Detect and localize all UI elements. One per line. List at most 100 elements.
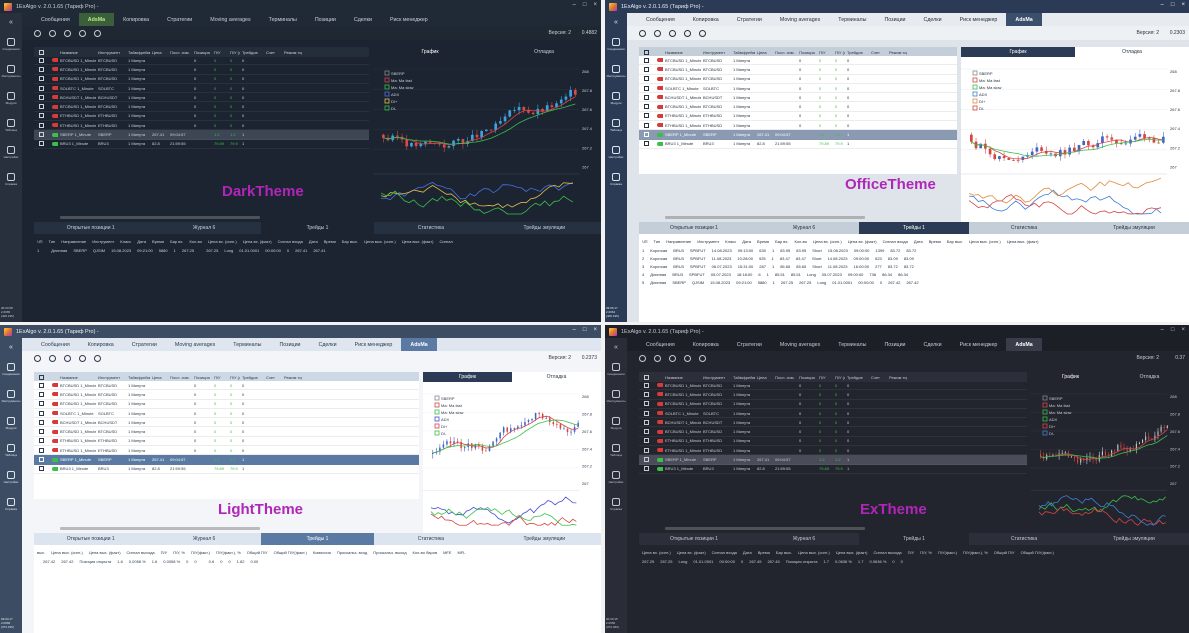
minimize-button[interactable]: – bbox=[1161, 327, 1164, 333]
toggle-cell[interactable] bbox=[44, 132, 58, 137]
toggle-cell[interactable] bbox=[44, 420, 58, 425]
menu-item-2[interactable]: Стратегии bbox=[123, 338, 166, 351]
row-checkbox-cell[interactable] bbox=[34, 401, 44, 407]
table-row[interactable]: BTCBUSD 1_Minute BTCBUSD 1 Минута 0 0 0 0 bbox=[639, 102, 957, 112]
bottom-tab-3[interactable]: Статистика bbox=[374, 533, 488, 545]
sidebar-item-0[interactable]: Соединения bbox=[0, 31, 22, 58]
bottom-tab-2[interactable]: Трейды 1 bbox=[859, 222, 969, 234]
table-row[interactable]: BTCBUSD 1_Minute BTCBUSD 1 Минута 0 0 0 0 bbox=[34, 56, 369, 66]
check-icon[interactable] bbox=[684, 354, 691, 362]
bottom-tab-1[interactable]: Журнал 6 bbox=[147, 222, 261, 234]
minimize-button[interactable]: – bbox=[1161, 2, 1164, 8]
toggle-cell[interactable] bbox=[44, 76, 58, 81]
table-row[interactable]: ETHBUSD 1_Minute ETHBUSD 1 Минута 0 0 0 0 bbox=[34, 121, 369, 131]
sidebar-item-2[interactable]: Модули bbox=[0, 85, 22, 112]
toggle-cell[interactable] bbox=[649, 86, 663, 91]
table-row[interactable]: BTCBUSD 1_Minute BTCBUSD 1 Минута 0 0 0 0 bbox=[34, 65, 369, 75]
menu-item-7[interactable]: Сделки bbox=[345, 13, 381, 26]
table-icon[interactable] bbox=[94, 354, 101, 362]
menu-item-5[interactable]: Позиции bbox=[875, 338, 914, 351]
row-checkbox-cell[interactable] bbox=[639, 429, 649, 435]
toggle-cell[interactable] bbox=[649, 448, 663, 453]
menu-item-1[interactable]: Копировка bbox=[79, 338, 123, 351]
table-row[interactable]: BTCBUSD 1_Minute BTCBUSD 1 Минута 0 0 0 0 bbox=[639, 75, 957, 84]
table-row[interactable]: BRU3 1_Minute BRU3 1 Минута 82.8 21:59:55 79.… bbox=[639, 465, 1027, 474]
table-row[interactable]: BCHUSDT 1_Minute BCHUSDT 1 Минута 0 0 0 0 bbox=[34, 418, 419, 428]
table-row[interactable]: BTCBUSD 1_Minute BTCBUSD 1 Минута 0 0 0 0 bbox=[34, 381, 419, 391]
remove-icon[interactable] bbox=[49, 29, 56, 37]
menu-item-5[interactable]: Позиции bbox=[875, 13, 914, 26]
row-checkbox-cell[interactable] bbox=[34, 57, 44, 63]
remove-icon[interactable] bbox=[654, 354, 661, 362]
save-icon[interactable] bbox=[64, 354, 71, 362]
row-checkbox-cell[interactable] bbox=[639, 76, 649, 82]
table-row[interactable]: BRU3 1_Minute BRU3 1 Минута 82.8 21:59:55 79.… bbox=[34, 140, 369, 149]
table-row[interactable]: SBERP 1_Minute SBERP 1 Минута 267.41 09:04:5… bbox=[34, 455, 419, 465]
toggle-cell[interactable] bbox=[649, 141, 663, 146]
row-checkbox-cell[interactable] bbox=[639, 94, 649, 100]
close-button[interactable]: × bbox=[593, 2, 597, 8]
row-checkbox-cell[interactable] bbox=[34, 447, 44, 453]
sidebar-item-1[interactable]: Инструменты bbox=[605, 58, 627, 85]
bottom-tab-4[interactable]: Трейды эмуляции bbox=[487, 222, 601, 234]
row-checkbox-cell[interactable] bbox=[639, 401, 649, 407]
menu-item-8[interactable]: AdsMa bbox=[1006, 338, 1042, 351]
table-row[interactable]: ETHBUSD 1_Minute ETHBUSD 1 Минута 0 0 0 0 bbox=[34, 437, 419, 447]
chart-tab-0[interactable]: График bbox=[961, 47, 1075, 57]
menu-item-4[interactable]: Терминалы bbox=[829, 338, 875, 351]
sidebar-item-3[interactable]: Таблица bbox=[0, 437, 22, 464]
menu-item-2[interactable]: Стратегии bbox=[728, 338, 771, 351]
menu-item-8[interactable]: AdsMa bbox=[401, 338, 437, 351]
table-row[interactable]: ETHBUSD 1_Minute ETHBUSD 1 Минута 0 0 0 0 bbox=[639, 112, 957, 122]
check-icon[interactable] bbox=[684, 29, 691, 37]
remove-icon[interactable] bbox=[654, 29, 661, 37]
bottom-tab-0[interactable]: Открытые позиции 1 bbox=[34, 222, 148, 234]
toggle-cell[interactable] bbox=[649, 67, 663, 72]
maximize-button[interactable]: □ bbox=[583, 2, 587, 8]
bottom-tab-4[interactable]: Трейды эмуляции bbox=[1079, 222, 1189, 234]
menu-item-0[interactable]: Сообщения bbox=[637, 338, 684, 351]
menu-item-3[interactable]: Moving averages bbox=[771, 338, 829, 351]
bottom-tab-1[interactable]: Журнал 6 bbox=[749, 222, 859, 234]
menu-item-7[interactable]: Риск менеджер bbox=[951, 338, 1007, 351]
row-checkbox-cell[interactable] bbox=[34, 141, 44, 147]
menu-item-2[interactable]: Стратегии bbox=[728, 13, 771, 26]
table-row[interactable]: SBERP 1_Minute SBERP 1 Минута 267.41 09:04:5… bbox=[639, 455, 1027, 465]
horizontal-scrollbar[interactable] bbox=[665, 527, 865, 530]
row-checkbox-cell[interactable] bbox=[639, 66, 649, 72]
toggle-cell[interactable] bbox=[44, 113, 58, 118]
close-button[interactable]: × bbox=[593, 327, 597, 333]
toggle-cell[interactable] bbox=[649, 95, 663, 100]
toggle-cell[interactable] bbox=[44, 104, 58, 109]
row-checkbox-cell[interactable] bbox=[34, 457, 44, 463]
sidebar-item-1[interactable]: Инструменты bbox=[0, 383, 22, 410]
minimize-button[interactable]: – bbox=[573, 327, 576, 333]
menu-item-3[interactable]: Стратегии bbox=[158, 13, 201, 26]
row-checkbox-cell[interactable] bbox=[639, 438, 649, 444]
menu-item-6[interactable]: Позиции bbox=[306, 13, 345, 26]
sidebar-item-4[interactable]: Настройки bbox=[605, 139, 627, 166]
table-row[interactable]: BTCBUSD 1_Minute BTCBUSD 1 Минута 0 0 0 0 bbox=[34, 427, 419, 437]
toggle-cell[interactable] bbox=[44, 438, 58, 443]
table-row[interactable]: ETHBUSD 1_Minute ETHBUSD 1 Минута 0 0 0 0 bbox=[639, 437, 1027, 447]
row-checkbox-cell[interactable] bbox=[34, 382, 44, 388]
table-row[interactable]: BTCBUSD 1_Minute BTCBUSD 1 Минута 0 0 0 0 bbox=[639, 56, 957, 66]
row-checkbox-cell[interactable] bbox=[34, 85, 44, 91]
table-row[interactable]: SOLBTC 1_Minute SOLBTC 1 Минута 0 0 0 0 bbox=[639, 84, 957, 94]
table-row[interactable]: BCHUSDT 1_Minute BCHUSDT 1 Минута 0 0 0 0 bbox=[639, 418, 1027, 428]
save-icon[interactable] bbox=[669, 354, 676, 362]
table-row[interactable]: SBERP 1_Minute SBERP 1 Минута 267.41 09:04:5… bbox=[34, 130, 369, 140]
select-all-checkbox[interactable] bbox=[644, 49, 649, 55]
sidebar-item-4[interactable]: Настройки bbox=[0, 464, 22, 491]
menu-item-1[interactable]: Копировка bbox=[684, 338, 728, 351]
row-checkbox-cell[interactable] bbox=[34, 419, 44, 425]
sidebar-item-4[interactable]: Настройки bbox=[0, 139, 22, 166]
toggle-cell[interactable] bbox=[649, 392, 663, 397]
row-checkbox-cell[interactable] bbox=[639, 113, 649, 119]
menu-item-7[interactable]: Риск менеджер bbox=[951, 13, 1007, 26]
menu-item-5[interactable]: Позиции bbox=[270, 338, 309, 351]
row-checkbox-cell[interactable] bbox=[639, 382, 649, 388]
toggle-cell[interactable] bbox=[44, 141, 58, 146]
maximize-button[interactable]: □ bbox=[1171, 327, 1175, 333]
table-row[interactable]: BRU3 1_Minute BRU3 1 Минута 82.8 21:59:55 79.… bbox=[34, 465, 419, 474]
